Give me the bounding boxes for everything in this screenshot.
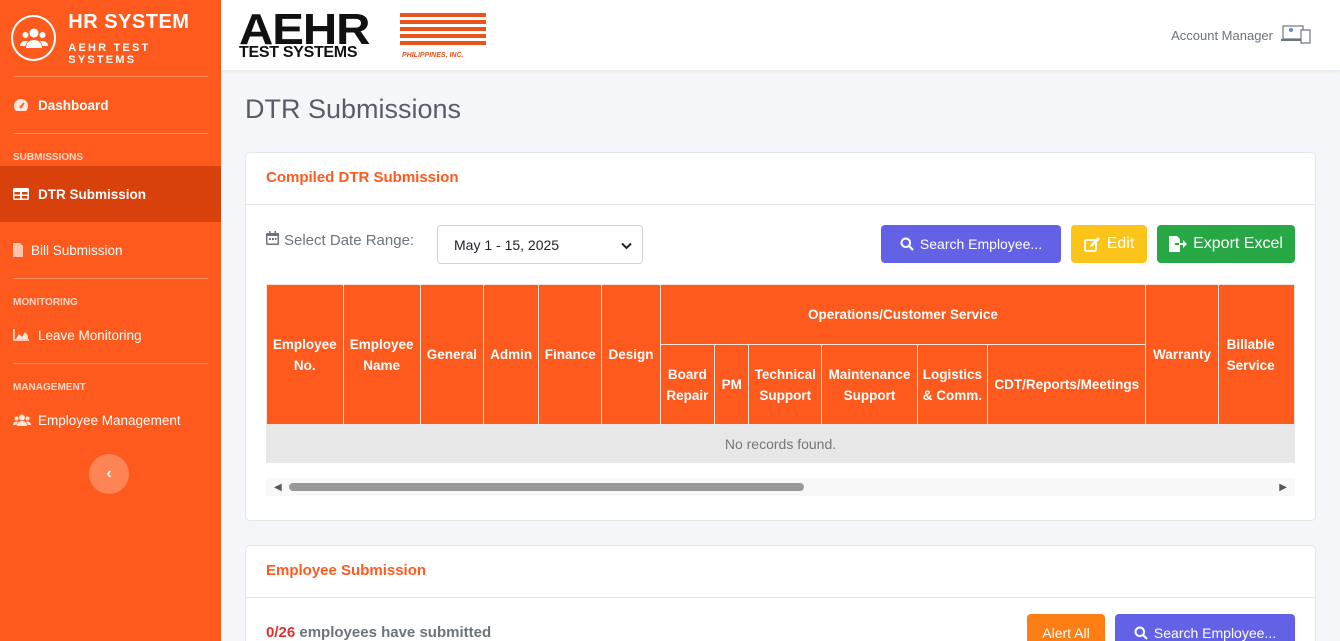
users-icon bbox=[13, 414, 31, 426]
chevron-down-icon bbox=[621, 237, 632, 253]
col-employee-no: Employee No. bbox=[266, 284, 344, 425]
sidebar-item-dtr-submission[interactable]: DTR Submission bbox=[0, 166, 221, 222]
search-icon bbox=[1134, 626, 1148, 640]
sidebar: HR SYSTEM AEHR TEST SYSTEMS Dashboard SU… bbox=[0, 0, 221, 641]
chevron-left-icon: ‹ bbox=[106, 465, 112, 482]
gauge-icon bbox=[13, 98, 31, 112]
submission-count-label: employees have submitted bbox=[299, 624, 492, 641]
page-title: DTR Submissions bbox=[245, 94, 462, 124]
edit-button[interactable]: Edit bbox=[1071, 225, 1147, 263]
logo-ph-text: PHILIPPINES, INC. bbox=[402, 52, 464, 59]
scroll-right-icon[interactable]: ▶ bbox=[1279, 482, 1287, 493]
col-technical-support: Technical Support bbox=[748, 344, 823, 425]
col-employee-name: Employee Name bbox=[342, 284, 421, 425]
card-title: Employee Submission bbox=[246, 546, 1315, 598]
company-logo[interactable]: AEHR TEST SYSTEMS PHILIPPINES, INC. bbox=[237, 8, 487, 62]
search-employee-button[interactable]: Search Employee... bbox=[881, 225, 1061, 263]
date-range-select[interactable]: May 1 - 15, 2025 bbox=[437, 225, 643, 264]
col-design: Design bbox=[601, 284, 661, 425]
export-excel-button[interactable]: Export Excel bbox=[1157, 225, 1295, 263]
col-pm: PM bbox=[714, 344, 750, 425]
sidebar-item-leave-monitoring[interactable]: Leave Monitoring bbox=[0, 311, 221, 359]
sidebar-collapse-button[interactable]: ‹ bbox=[89, 454, 129, 494]
dtr-table: Employee No. Employee Name General Admin… bbox=[266, 284, 1295, 425]
submission-count-value: 0/26 bbox=[266, 624, 296, 641]
scrollbar-thumb[interactable] bbox=[289, 483, 804, 491]
col-group-operations: Operations/Customer Service bbox=[659, 284, 1147, 345]
divider bbox=[13, 278, 208, 279]
col-admin: Admin bbox=[483, 284, 540, 425]
empty-state: No records found. bbox=[266, 424, 1295, 463]
col-billable-service: Billable Service bbox=[1217, 284, 1295, 425]
brand-subtitle: AEHR TEST SYSTEMS bbox=[68, 41, 151, 66]
sidebar-item-bill-submission[interactable]: Bill Submission bbox=[0, 222, 221, 278]
brand-title: HR SYSTEM bbox=[68, 10, 190, 33]
logo-sub-text: TEST SYSTEMS bbox=[239, 44, 358, 61]
divider bbox=[13, 363, 208, 364]
compiled-dtr-card: Compiled DTR Submission Select Date Rang… bbox=[245, 152, 1316, 521]
section-heading: MANAGEMENT bbox=[13, 382, 86, 393]
calendar-icon bbox=[266, 231, 279, 249]
alert-all-label: Alert All bbox=[1042, 625, 1090, 641]
col-maintenance-support: Maintenance Support bbox=[821, 344, 918, 425]
search-employee-button-2[interactable]: Search Employee... bbox=[1115, 614, 1295, 641]
sidebar-item-label: Leave Monitoring bbox=[38, 327, 142, 343]
edit-label: Edit bbox=[1106, 235, 1135, 252]
col-warranty: Warranty bbox=[1145, 284, 1219, 425]
search-icon bbox=[900, 237, 914, 251]
col-finance: Finance bbox=[538, 284, 603, 425]
account-label: Account Manager bbox=[1171, 28, 1273, 43]
date-range-label: Select Date Range: bbox=[266, 231, 414, 249]
col-logistics: Logistics & Comm. bbox=[916, 344, 989, 425]
export-label: Export Excel bbox=[1193, 235, 1283, 252]
user-devices-icon bbox=[1281, 24, 1311, 47]
sidebar-item-label: DTR Submission bbox=[38, 186, 147, 202]
employee-submission-card: Employee Submission 0/26 employees have … bbox=[245, 545, 1316, 641]
search-employee-label: Search Employee... bbox=[1153, 625, 1277, 641]
col-cdt-reports: CDT/Reports/Meetings bbox=[987, 344, 1147, 425]
horizontal-scrollbar[interactable]: ◀ ▶ bbox=[266, 478, 1295, 496]
edit-icon bbox=[1083, 236, 1101, 252]
topbar: AEHR TEST SYSTEMS PHILIPPINES, INC. Acco… bbox=[221, 0, 1340, 70]
section-heading: MONITORING bbox=[13, 297, 78, 308]
chart-area-icon bbox=[13, 329, 31, 341]
file-invoice-icon bbox=[13, 243, 25, 257]
dtr-table-container: Employee No. Employee Name General Admin… bbox=[266, 284, 1295, 499]
sidebar-item-dashboard[interactable]: Dashboard bbox=[0, 77, 221, 133]
date-range-label-text: Select Date Range: bbox=[284, 231, 415, 249]
file-export-icon bbox=[1169, 236, 1188, 252]
divider bbox=[13, 133, 208, 134]
section-heading: SUBMISSIONS bbox=[13, 152, 84, 163]
col-general: General bbox=[419, 284, 485, 425]
users-icon bbox=[11, 15, 57, 61]
scroll-left-icon[interactable]: ◀ bbox=[274, 482, 282, 493]
table-icon bbox=[13, 188, 31, 200]
card-title: Compiled DTR Submission bbox=[246, 153, 1315, 205]
sidebar-item-label: Employee Management bbox=[38, 412, 181, 428]
account-menu[interactable]: Account Manager bbox=[1171, 24, 1311, 47]
alert-all-button[interactable]: Alert All bbox=[1027, 614, 1105, 641]
sidebar-item-employee-management[interactable]: Employee Management bbox=[0, 396, 221, 444]
date-range-value: May 1 - 15, 2025 bbox=[454, 236, 560, 253]
logo-stripes bbox=[400, 13, 486, 48]
submission-count: 0/26 employees have submitted bbox=[266, 624, 491, 641]
col-board-repair: Board Repair bbox=[659, 344, 716, 425]
brand[interactable]: HR SYSTEM AEHR TEST SYSTEMS bbox=[0, 0, 221, 76]
sidebar-item-label: Bill Submission bbox=[31, 242, 123, 258]
sidebar-item-label: Dashboard bbox=[38, 97, 109, 113]
search-employee-label: Search Employee... bbox=[919, 236, 1043, 252]
